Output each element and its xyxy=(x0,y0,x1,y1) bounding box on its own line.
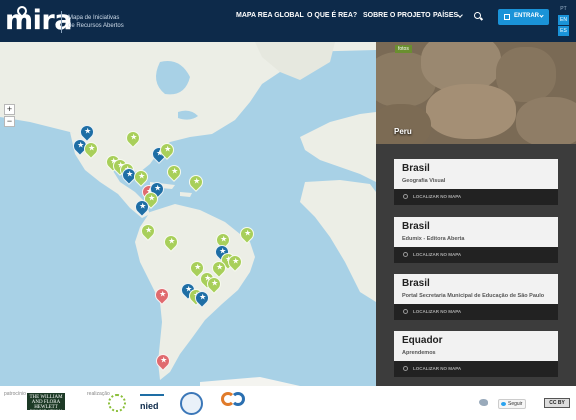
zoom-in-button[interactable]: + xyxy=(4,104,15,115)
star-icon: ★ xyxy=(168,236,176,246)
language-es[interactable]: ES xyxy=(558,26,569,36)
realization-label: realização xyxy=(87,391,110,397)
locate-on-map-button[interactable]: LOCALIZAR NO MAPA xyxy=(394,189,558,205)
photo-rock xyxy=(376,104,431,144)
card-header: Brasil Portal Secretaria Municipal de Ed… xyxy=(394,274,558,304)
university-seal-logo[interactable] xyxy=(180,392,203,415)
twitter-icon[interactable] xyxy=(479,399,488,406)
card-header: Brasil Edumix - Editora Aberta xyxy=(394,217,558,247)
card-initiative-name[interactable]: Geografia Visual xyxy=(402,178,445,184)
nav-global-map[interactable]: MAPA REA GLOBAL xyxy=(236,12,304,19)
search-icon[interactable] xyxy=(474,12,481,19)
star-icon: ★ xyxy=(199,292,207,302)
page-footer: patrocínio THE WILLIAM AND FLORA HEWLETT… xyxy=(0,386,576,420)
card-country: Equador xyxy=(402,335,443,346)
photo-country-title: Peru xyxy=(394,127,412,136)
locate-icon xyxy=(403,194,408,199)
hewlett-foundation-logo[interactable]: THE WILLIAM AND FLORA HEWLETT FOUNDATION xyxy=(27,393,65,415)
initiative-card[interactable]: Brasil Geografia Visual LOCALIZAR NO MAP… xyxy=(394,159,558,205)
language-pt[interactable]: PT xyxy=(558,4,569,14)
star-icon: ★ xyxy=(159,289,167,299)
card-initiative-name[interactable]: Edumix - Editora Aberta xyxy=(402,236,464,242)
locate-on-map-button[interactable]: LOCALIZAR NO MAPA xyxy=(394,247,558,263)
star-icon: ★ xyxy=(220,234,228,244)
star-icon: ★ xyxy=(211,278,219,288)
login-icon xyxy=(504,14,510,20)
photos-tag[interactable]: fotos xyxy=(395,45,412,53)
initiative-card[interactable]: Brasil Edumix - Editora Aberta LOCALIZAR… xyxy=(394,217,558,263)
language-en[interactable]: EN xyxy=(558,15,569,25)
initiative-card[interactable]: Equador Aprendemos LOCALIZAR NO MAPA xyxy=(394,331,558,377)
locate-icon xyxy=(403,366,408,371)
initiatives-panel: fotos Peru Brasil Geografia Visual LOCAL… xyxy=(376,42,576,386)
logo-divider xyxy=(61,11,62,33)
card-initiative-name[interactable]: Portal Secretaria Municipal de Educação … xyxy=(402,293,544,299)
locate-icon xyxy=(403,252,408,257)
card-initiative-name[interactable]: Aprendemos xyxy=(402,350,436,356)
star-icon: ★ xyxy=(171,166,179,176)
nav-about-project[interactable]: SOBRE O PROJETO xyxy=(363,12,431,19)
star-icon: ★ xyxy=(216,262,224,272)
partner-logo[interactable] xyxy=(108,394,126,412)
login-button[interactable]: ENTRAR xyxy=(498,9,549,25)
follow-button[interactable]: Seguir xyxy=(498,399,526,409)
star-icon: ★ xyxy=(139,201,147,211)
star-icon: ★ xyxy=(88,143,96,153)
logo-ring-blue xyxy=(231,392,245,406)
star-icon: ★ xyxy=(148,193,156,203)
card-country: Brasil xyxy=(402,221,430,232)
nav-countries[interactable]: PAÍSES xyxy=(433,12,458,19)
locate-on-map-button[interactable]: LOCALIZAR NO MAPA xyxy=(394,361,558,377)
star-icon: ★ xyxy=(160,355,168,365)
star-icon: ★ xyxy=(84,126,92,136)
top-header: mira Mapa de Iniciativas de Recursos Abe… xyxy=(0,0,576,42)
star-icon: ★ xyxy=(164,144,172,154)
photo-rock xyxy=(516,97,576,144)
card-country: Brasil xyxy=(402,278,430,289)
card-country: Brasil xyxy=(402,163,430,174)
star-icon: ★ xyxy=(194,262,202,272)
star-icon: ★ xyxy=(193,176,201,186)
map-land xyxy=(0,42,376,386)
card-header: Equador Aprendemos xyxy=(394,331,558,361)
creative-commons-badge[interactable]: CC BY xyxy=(544,398,570,408)
sponsor-label: patrocínio xyxy=(4,391,26,397)
nav-what-is-rea[interactable]: O QUE É REA? xyxy=(307,12,357,19)
star-icon: ★ xyxy=(232,256,240,266)
country-photo[interactable]: fotos Peru xyxy=(376,42,576,144)
card-header: Brasil Geografia Visual xyxy=(394,159,558,189)
star-icon: ★ xyxy=(244,228,252,238)
star-icon: ★ xyxy=(130,132,138,142)
nied-logo[interactable]: nied xyxy=(140,394,164,414)
locate-icon xyxy=(403,309,408,314)
chevron-down-icon xyxy=(539,13,544,18)
initiative-card[interactable]: Brasil Portal Secretaria Municipal de Ed… xyxy=(394,274,558,320)
partner-logo-gd[interactable] xyxy=(221,392,249,412)
locate-on-map-button[interactable]: LOCALIZAR NO MAPA xyxy=(394,304,558,320)
photo-rock xyxy=(426,84,516,139)
site-tagline: Mapa de Iniciativas de Recursos Abertos xyxy=(68,15,124,29)
initiatives-map[interactable]: + − ★ ★ ★ ★ ★ ★ ★ ★ ★ ★ ★ ★ ★ ★ ★ ★ ★ ★ … xyxy=(0,42,376,386)
zoom-out-button[interactable]: − xyxy=(4,116,15,127)
star-icon: ★ xyxy=(138,171,146,181)
star-icon: ★ xyxy=(145,225,153,235)
